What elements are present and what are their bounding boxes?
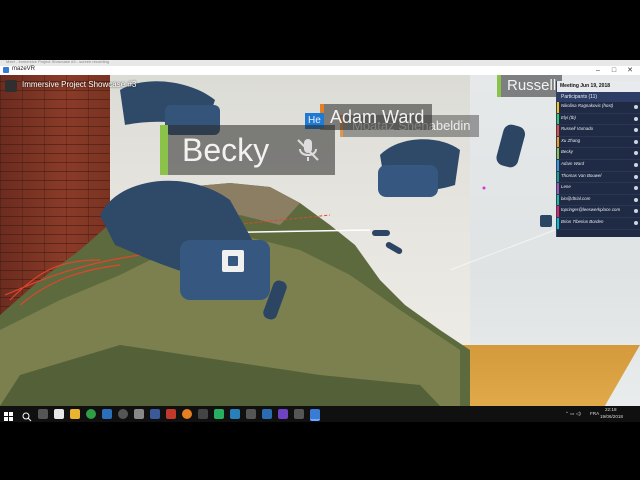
participant-color-stripe [557,217,559,229]
app-icon[interactable] [150,409,160,419]
participants-list: Nikolina Ragnakovic (host) Elyi (tb) Russe… [557,102,640,230]
controller [372,230,390,236]
participant-name: Lene [561,184,571,190]
participant-row[interactable]: bio@dtrial.com [557,194,640,207]
participant-row[interactable]: Becky [557,148,640,160]
avatar-label-russell: Russell [497,75,563,97]
label-color-bar [497,75,501,97]
app-icon[interactable] [118,409,128,419]
participant-color-stripe [557,148,559,159]
participant-name: Russell Varnado [561,126,594,132]
avatar-name: Adam Ward [330,107,425,127]
mic-status-icon[interactable] [634,186,638,191]
app-icon[interactable] [54,409,64,419]
participant-color-stripe [557,183,559,194]
avatar-headset-adam [378,139,460,197]
participant-name: Nikolina Ragnakovic (host) [561,103,614,108]
meeting-header: Meeting Jun 19, 2018 [557,81,640,92]
mic-status-icon[interactable] [634,197,638,202]
participant-color-stripe [557,136,559,148]
app-icon[interactable] [166,409,176,419]
clock-time[interactable]: 22:18 [605,407,617,412]
windows-start-button[interactable] [4,409,14,421]
language-indicator[interactable]: FRA [590,411,599,416]
app-icon[interactable] [134,409,144,419]
mic-status-icon[interactable] [634,116,638,121]
visual-studio-icon[interactable] [278,409,288,419]
room-title: Immersive Project Showcase #3 [22,80,137,89]
mic-status-icon[interactable] [634,128,638,133]
participant-row[interactable]: Brion Tiberius Borden [557,217,640,230]
participant-color-stripe [557,159,559,171]
search-icon[interactable] [22,409,32,422]
participant-name: bio@dtrial.com [561,195,591,201]
system-tray-icons[interactable]: ⌃ ▭ ◁) [565,411,581,417]
participant-color-stripe [557,194,559,206]
participant-row[interactable]: topringer@leeswerkplace.com [557,206,640,218]
participant-color-stripe [557,102,559,113]
participant-name: Xu Zhang [561,137,581,143]
app-icon[interactable] [214,409,224,419]
participant-name: Adam Ward [561,160,585,166]
vr-scene-viewport[interactable]: Immersive Project Showcase #3 Moataz She… [0,75,640,406]
maximize-button[interactable]: □ [606,66,622,75]
participant-row[interactable]: Thomas Van Bouwel [557,171,640,184]
mic-status-icon[interactable] [634,162,638,167]
app-icon[interactable] [294,409,304,419]
mic-status-icon[interactable] [634,209,638,214]
recorder-title: Meet - Immersive Project Showcase #3 - s… [6,59,109,64]
app-icon[interactable] [246,409,256,419]
mic-status-icon[interactable] [634,105,638,109]
participant-color-stripe [557,113,559,125]
participants-panel[interactable]: Meeting Jun 19, 2018 Participants (11) N… [556,81,640,237]
participant-name: Thomas Van Bouwel [561,172,602,178]
participant-row[interactable]: Russell Varnado [557,125,640,137]
chrome-icon[interactable] [86,409,96,419]
close-button[interactable]: ✕ [622,66,638,75]
mic-status-icon[interactable] [634,174,638,179]
label-color-bar [160,125,168,175]
mazevr-taskbar-icon[interactable] [310,409,320,421]
app-icon[interactable] [262,409,272,419]
mic-status-icon[interactable] [634,139,638,144]
controller [385,242,403,254]
task-view-icon[interactable] [38,409,48,419]
app-icon [3,67,9,73]
mic-status-icon[interactable] [634,151,638,156]
app-icon[interactable] [102,409,112,419]
participant-color-stripe [557,206,559,217]
controller [496,124,526,168]
participant-row[interactable]: Xu Zhang [557,136,640,149]
mic-muted-icon [297,139,319,161]
mic-status-icon[interactable] [634,220,638,225]
avatar-name: Russell [507,77,557,94]
clock-date[interactable]: 19/06/2018 [600,414,623,419]
minimize-button[interactable]: – [590,66,606,75]
app-icon[interactable] [198,409,208,419]
app-icon[interactable] [230,409,240,419]
participant-color-stripe [557,125,559,136]
participant-name: Becky [561,149,573,155]
participant-name: topringer@leeswerkplace.com [561,207,621,213]
file-explorer-icon[interactable] [70,409,80,419]
participant-color-stripe [557,171,559,183]
participant-row[interactable]: Lene [557,183,640,195]
taskbar: ⌃ ▭ ◁) FRA 22:18 19/06/2018 [0,406,640,422]
participant-row[interactable]: Nikolina Ragnakovic (host) [557,102,640,114]
controller [540,215,552,227]
participant-name: Elyi (tb) [561,114,576,120]
participant-name: Brion Tiberius Borden [561,218,604,224]
firefox-icon[interactable] [182,409,192,419]
participant-row[interactable]: Elyi (tb) [557,113,640,126]
participants-toggle[interactable]: Participants (11) [557,92,640,102]
window-title: mazeVR [12,66,36,72]
avatar-label-becky: Becky [160,125,335,175]
avatar-label-adam: Adam Ward [320,104,433,130]
avatar-name: Becky [182,132,270,168]
participant-row[interactable]: Adam Ward [557,159,640,172]
